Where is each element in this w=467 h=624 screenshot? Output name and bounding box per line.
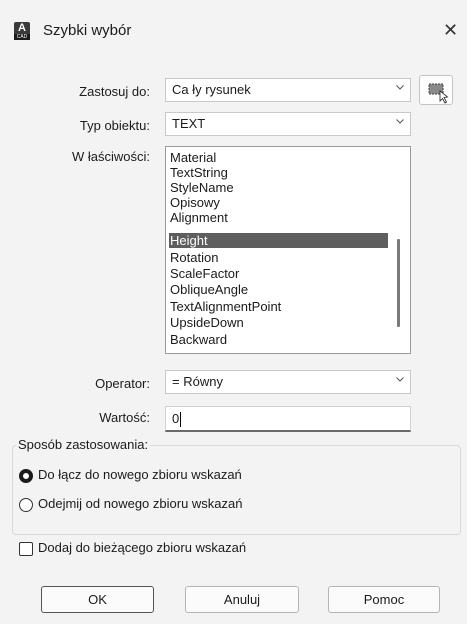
append-checkbox-label[interactable]: Dodaj do bieżącego zbioru wskazań: [38, 540, 246, 555]
value-input-text: 0: [172, 411, 180, 426]
apply-mode-group: [12, 445, 461, 535]
select-objects-icon: [428, 83, 449, 104]
exclude-radio[interactable]: [19, 498, 33, 512]
apply-to-value: Ca ły rysunek: [172, 82, 251, 97]
list-item[interactable]: Backward: [169, 332, 388, 347]
list-item[interactable]: Opisowy: [169, 195, 388, 210]
apply-to-label: Zastosuj do:: [79, 84, 150, 99]
list-item[interactable]: Rotation: [169, 250, 388, 265]
ok-button[interactable]: OK: [41, 586, 154, 613]
select-objects-button[interactable]: [419, 75, 453, 105]
apply-to-dropdown[interactable]: Ca ły rysunek: [165, 78, 411, 102]
object-type-dropdown[interactable]: TEXT: [165, 112, 411, 136]
list-item[interactable]: TextAlignmentPoint: [169, 299, 388, 314]
apply-mode-label: Sposób zastosowania:: [16, 437, 151, 452]
operator-label: Operator:: [95, 376, 150, 391]
object-type-label: Typ obiektu:: [79, 118, 150, 133]
chevron-down-icon: [396, 377, 404, 382]
exclude-radio-label[interactable]: Odejmij od nowego zbioru wskazań: [38, 496, 243, 511]
list-item[interactable]: StyleName: [169, 180, 388, 195]
include-radio-label[interactable]: Do łącz do nowego zbioru wskazań: [38, 467, 242, 482]
list-item[interactable]: UpsideDown: [169, 315, 388, 330]
help-button[interactable]: Pomoc: [328, 586, 440, 613]
object-type-value: TEXT: [172, 116, 206, 131]
append-checkbox[interactable]: [19, 542, 33, 556]
scrollbar-thumb[interactable]: [397, 239, 400, 327]
chevron-down-icon: [396, 85, 404, 90]
window-title: Szybki wybór: [43, 22, 132, 39]
value-label: Wartość:: [99, 410, 150, 425]
list-item[interactable]: Material: [169, 150, 388, 165]
list-item[interactable]: TextString: [169, 165, 388, 180]
app-icon: A CAD: [14, 22, 30, 40]
operator-dropdown[interactable]: = Równy: [165, 370, 411, 394]
properties-label: W łaściwości:: [71, 149, 150, 164]
value-input[interactable]: 0: [165, 406, 411, 432]
properties-listbox[interactable]: Material TextString StyleName Opisowy Al…: [165, 146, 411, 354]
text-caret: [180, 412, 181, 427]
app-icon-text: CAD: [14, 34, 30, 40]
list-item[interactable]: ScaleFactor: [169, 266, 388, 281]
include-radio[interactable]: [19, 469, 33, 483]
close-icon[interactable]: ✕: [443, 20, 458, 41]
operator-value: = Równy: [172, 374, 223, 389]
list-item-selected[interactable]: Height: [169, 233, 388, 248]
list-item[interactable]: ObliqueAngle: [169, 282, 388, 297]
chevron-down-icon: [396, 119, 404, 124]
cancel-button[interactable]: Anuluj: [185, 586, 299, 613]
list-item[interactable]: Alignment: [169, 210, 388, 225]
